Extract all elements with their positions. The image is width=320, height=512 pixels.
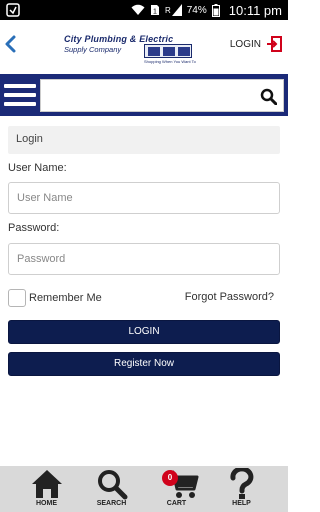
search-bar xyxy=(0,74,288,116)
bottom-nav: HOME SEARCH 0 CART HELP xyxy=(0,466,288,512)
logo-tagline: Shopping When You Want To xyxy=(144,59,196,64)
remember-row: Remember Me Forgot Password? xyxy=(8,289,280,307)
hamburger-line xyxy=(4,93,36,97)
logo-subtitle: Supply Company xyxy=(64,45,122,54)
search-nav-icon xyxy=(97,470,127,500)
username-field[interactable] xyxy=(8,182,280,214)
nav-help-label: HELP xyxy=(232,500,251,507)
battery-percent: 74% xyxy=(186,4,207,16)
status-bar: 1 R 74% 10:11 pm xyxy=(0,0,288,20)
notification-icon xyxy=(6,3,20,17)
search-input[interactable] xyxy=(40,79,284,112)
nav-help[interactable]: HELP xyxy=(209,466,274,512)
company-logo[interactable]: City Plumbing & Electric Supply Company … xyxy=(64,34,196,66)
clock: 10:11 pm xyxy=(228,2,282,18)
menu-button[interactable] xyxy=(4,82,36,109)
login-icon xyxy=(267,36,282,52)
nav-home-label: HOME xyxy=(36,500,57,507)
username-label: User Name: xyxy=(8,162,67,174)
battery-icon xyxy=(211,3,220,17)
forgot-password-link[interactable]: Forgot Password? xyxy=(185,291,274,303)
login-panel-title: Login xyxy=(8,126,280,154)
header-login-label: LOGIN xyxy=(229,38,261,50)
sim-icon: 1 xyxy=(150,5,159,16)
back-arrow-icon[interactable] xyxy=(3,34,19,54)
signal-icon xyxy=(171,4,182,16)
nav-cart[interactable]: 0 CART xyxy=(144,466,209,512)
wifi-icon xyxy=(131,4,145,15)
remember-me-label[interactable]: Remember Me xyxy=(29,292,102,304)
nav-home[interactable]: HOME xyxy=(14,466,79,512)
password-label: Password: xyxy=(8,222,60,234)
nav-search-label: SEARCH xyxy=(96,500,127,507)
header-login-link[interactable]: LOGIN xyxy=(230,36,282,52)
hamburger-line xyxy=(4,84,36,88)
svg-text:1: 1 xyxy=(153,9,157,16)
logo-emblem xyxy=(144,44,192,58)
remember-me-checkbox[interactable] xyxy=(8,289,26,307)
search-icon[interactable] xyxy=(260,88,277,105)
help-icon xyxy=(229,468,253,499)
register-button[interactable]: Register Now xyxy=(8,352,280,376)
nav-cart-label: CART xyxy=(166,500,187,507)
nav-search[interactable]: SEARCH xyxy=(79,466,144,512)
hamburger-line xyxy=(4,102,36,106)
password-field[interactable] xyxy=(8,243,280,275)
login-button[interactable]: LOGIN xyxy=(8,320,280,344)
network-indicator: R xyxy=(164,5,171,15)
cart-count-badge: 0 xyxy=(162,470,178,486)
home-icon xyxy=(31,470,62,498)
logo-title: City Plumbing & Electric xyxy=(64,34,174,44)
app-header: City Plumbing & Electric Supply Company … xyxy=(0,20,288,74)
